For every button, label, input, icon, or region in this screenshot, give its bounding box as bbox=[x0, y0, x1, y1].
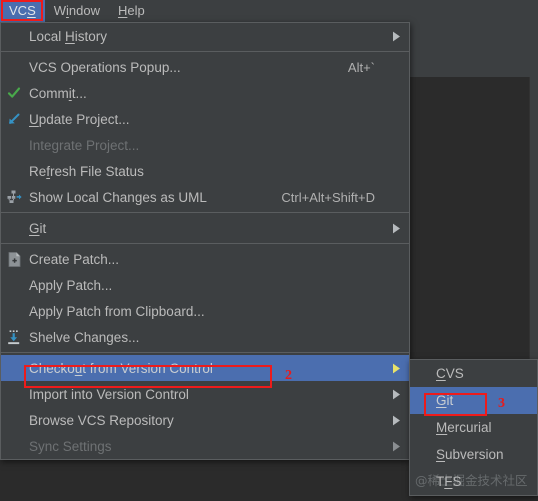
menu-item-checkout-from-version-control[interactable]: Checkout from Version Control bbox=[1, 355, 409, 381]
menu-item-apply-patch-from-clipboard[interactable]: Apply Patch from Clipboard... bbox=[1, 298, 409, 324]
menu-bar-items: VCS Window Help bbox=[0, 0, 154, 22]
menubar-item-vcs[interactable]: VCS bbox=[0, 0, 45, 22]
menu-item-label: Sync Settings bbox=[29, 438, 112, 454]
submenu-item-label: CVS bbox=[436, 366, 464, 381]
menu-separator bbox=[1, 243, 409, 244]
menu-separator bbox=[1, 352, 409, 353]
menu-item-label: Commit... bbox=[29, 85, 87, 101]
menu-icon-slot bbox=[1, 158, 27, 184]
annotation-number-2: 2 bbox=[285, 368, 292, 383]
menu-item-git[interactable]: Git bbox=[1, 215, 409, 241]
vcs-dropdown-menu: Local History VCS Operations Popup... Alt+… bbox=[0, 22, 410, 460]
chevron-right-icon bbox=[390, 223, 403, 234]
submenu-item-mercurial[interactable]: Mercurial bbox=[410, 414, 537, 441]
create-patch-icon bbox=[1, 246, 27, 272]
chevron-right-icon bbox=[390, 441, 403, 452]
menu-item-label: Create Patch... bbox=[29, 251, 120, 267]
menu-icon-slot bbox=[1, 433, 27, 459]
menu-item-label: Git bbox=[29, 220, 47, 236]
menu-item-commit[interactable]: Commit... bbox=[1, 80, 409, 106]
menu-item-show-local-changes-as-uml[interactable]: Show Local Changes as UML Ctrl+Alt+Shift+… bbox=[1, 184, 409, 210]
menu-item-label: Show Local Changes as UML bbox=[29, 189, 207, 205]
menu-icon-slot bbox=[1, 381, 27, 407]
chevron-right-icon bbox=[390, 31, 403, 42]
ide-right-gutter bbox=[529, 77, 538, 365]
menu-item-label: Import into Version Control bbox=[29, 386, 189, 402]
menu-icon-slot bbox=[1, 23, 27, 49]
chevron-right-icon bbox=[390, 389, 403, 400]
menu-item-vcs-operations-popup[interactable]: VCS Operations Popup... Alt+` bbox=[1, 54, 409, 80]
menu-item-label: Integrate Project... bbox=[29, 137, 140, 153]
submenu-item-label: Subversion bbox=[436, 447, 504, 462]
menu-icon-slot bbox=[1, 272, 27, 298]
update-arrow-icon bbox=[1, 106, 27, 132]
submenu-item-label: Mercurial bbox=[436, 420, 492, 435]
menu-item-create-patch[interactable]: Create Patch... bbox=[1, 246, 409, 272]
menu-separator bbox=[1, 212, 409, 213]
menubar-item-window[interactable]: Window bbox=[45, 0, 109, 22]
menu-item-label: Refresh File Status bbox=[29, 163, 144, 179]
menu-item-shortcut: Ctrl+Alt+Shift+D bbox=[281, 189, 375, 205]
menu-icon-slot bbox=[1, 54, 27, 80]
menu-item-integrate-project: Integrate Project... bbox=[1, 132, 409, 158]
submenu-item-subversion[interactable]: Subversion bbox=[410, 441, 537, 468]
menu-item-apply-patch[interactable]: Apply Patch... bbox=[1, 272, 409, 298]
menu-item-sync-settings: Sync Settings bbox=[1, 433, 409, 459]
menu-icon-slot bbox=[1, 132, 27, 158]
menu-item-import-into-version-control[interactable]: Import into Version Control bbox=[1, 381, 409, 407]
menu-item-label: Shelve Changes... bbox=[29, 329, 140, 345]
menubar-item-label: Help bbox=[117, 3, 145, 18]
shelve-changes-icon bbox=[1, 324, 27, 350]
menu-item-label: Checkout from Version Control bbox=[29, 360, 213, 376]
submenu-item-cvs[interactable]: CVS bbox=[410, 360, 537, 387]
menu-item-shortcut: Alt+` bbox=[347, 59, 375, 75]
menu-item-label: VCS Operations Popup... bbox=[29, 59, 181, 75]
check-icon bbox=[1, 80, 27, 106]
menu-separator bbox=[1, 51, 409, 52]
menu-item-label: Apply Patch from Clipboard... bbox=[29, 303, 205, 319]
menubar-item-label: VCS bbox=[9, 3, 36, 18]
uml-diagram-icon bbox=[1, 184, 27, 210]
menu-item-browse-vcs-repository[interactable]: Browse VCS Repository bbox=[1, 407, 409, 433]
menu-item-update-project[interactable]: Update Project... bbox=[1, 106, 409, 132]
menubar-item-help[interactable]: Help bbox=[109, 0, 154, 22]
menu-item-label: Update Project... bbox=[29, 111, 130, 127]
menubar-item-label: Window bbox=[53, 3, 100, 18]
menu-icon-slot bbox=[1, 407, 27, 433]
menu-item-shelve-changes[interactable]: Shelve Changes... bbox=[1, 324, 409, 350]
menu-icon-slot bbox=[1, 355, 27, 381]
annotation-number-3: 3 bbox=[498, 396, 505, 411]
menu-icon-slot bbox=[1, 215, 27, 241]
menu-item-label: Local History bbox=[29, 28, 108, 44]
watermark: @稀土掘金技术社区 bbox=[415, 473, 528, 488]
chevron-right-icon bbox=[390, 363, 403, 374]
menu-item-label: Apply Patch... bbox=[29, 277, 113, 293]
submenu-item-git[interactable]: Git bbox=[410, 387, 537, 414]
chevron-right-icon bbox=[390, 415, 403, 426]
menu-item-label: Browse VCS Repository bbox=[29, 412, 174, 428]
submenu-item-label: Git bbox=[436, 393, 454, 408]
menu-icon-slot bbox=[1, 298, 27, 324]
menu-item-refresh-file-status[interactable]: Refresh File Status bbox=[1, 158, 409, 184]
menu-item-local-history[interactable]: Local History bbox=[1, 23, 409, 49]
